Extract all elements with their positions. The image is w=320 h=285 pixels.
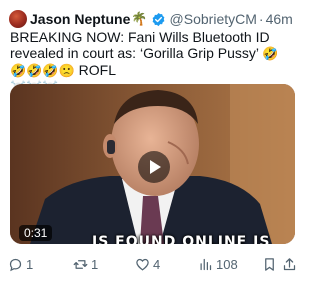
reply-button[interactable]: 1 (8, 254, 33, 274)
like-icon (136, 258, 149, 271)
video-duration: 0:31 (19, 225, 53, 241)
video-caption: IS FOUND ONLINE IS (92, 234, 271, 244)
verified-badge-icon (152, 12, 164, 26)
repost-icon (73, 259, 88, 269)
share-button[interactable] (282, 254, 297, 274)
share-icon (283, 257, 296, 270)
play-button[interactable] (138, 151, 170, 183)
author-emoji: 🌴 (131, 11, 148, 26)
play-icon (150, 160, 161, 174)
avatar[interactable] (9, 10, 27, 28)
video-player[interactable]: 0:31 IS FOUND ONLINE IS (10, 84, 295, 244)
tweet-header: Jason Neptune 🌴 @SobrietyCM · 46m (9, 8, 295, 30)
like-button[interactable]: 4 (135, 254, 160, 274)
separator-dot: · (258, 11, 264, 27)
timestamp[interactable]: 46m (266, 11, 293, 27)
author-name[interactable]: Jason Neptune (30, 11, 130, 27)
like-count: 4 (153, 256, 161, 272)
repost-count: 1 (91, 256, 99, 272)
bookmark-button[interactable] (262, 254, 277, 274)
bookmark-icon (265, 257, 274, 271)
views-button[interactable]: 108 (198, 254, 238, 274)
views-count: 108 (216, 256, 238, 272)
tweet-text-tail: ROFL (74, 62, 116, 78)
reply-count: 1 (26, 256, 34, 272)
repost-button[interactable]: 1 (73, 254, 98, 274)
tweet-actions: 1 1 4 108 (0, 254, 300, 274)
author-handle[interactable]: @SobrietyCM (170, 11, 257, 27)
views-icon (200, 258, 212, 270)
tweet-text-main: BREAKING NOW: Fani Wills Bluetooth ID re… (10, 29, 270, 61)
reply-icon (9, 258, 22, 271)
